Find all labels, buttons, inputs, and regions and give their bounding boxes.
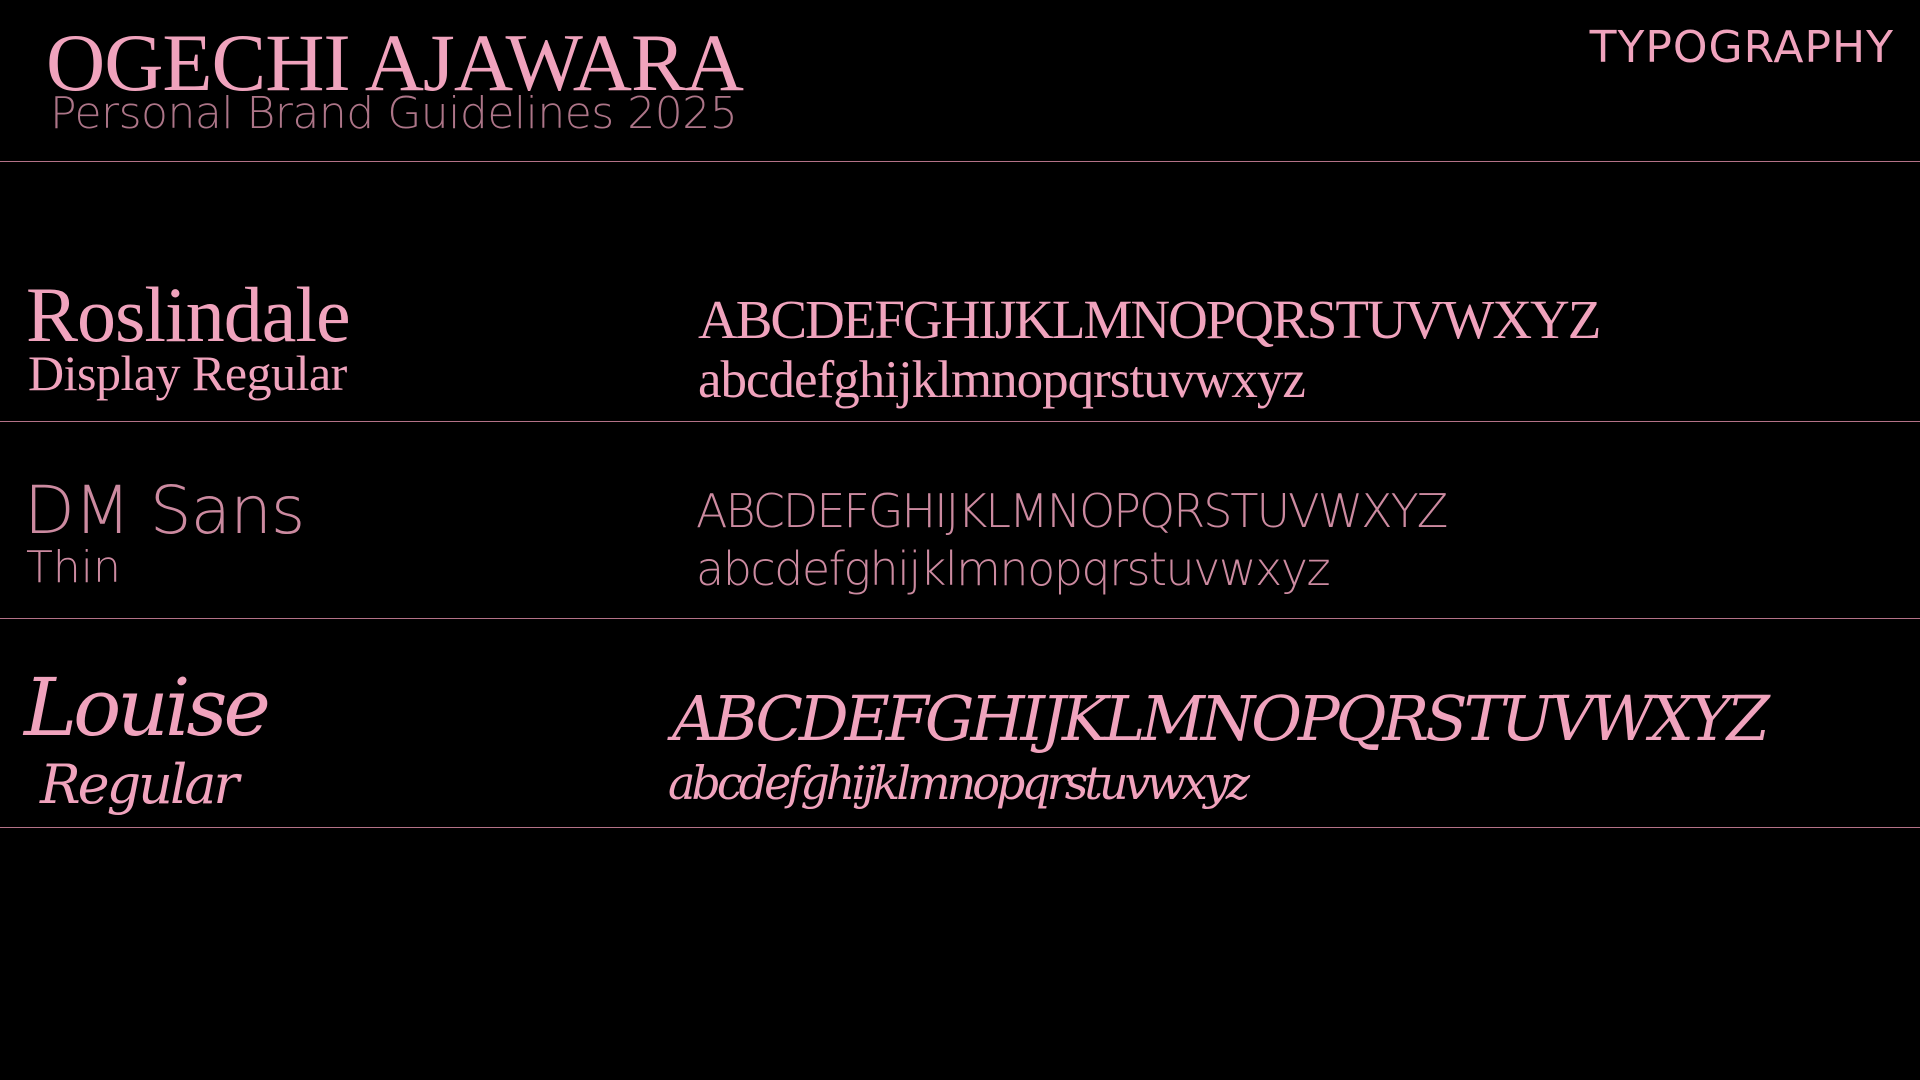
row-divider [0, 827, 1920, 828]
font-style: Thin [26, 542, 121, 593]
lowercase-specimen: abcdefghijklmnopqrstuvwxyz [668, 756, 1250, 810]
uppercase-specimen: ABCDEFGHIJKLMNOPQRSTUVWXYZ [672, 682, 1770, 755]
font-name: DM Sans [24, 472, 305, 549]
uppercase-specimen: ABCDEFGHIJKLMNOPQRSTUVWXYZ [696, 484, 1448, 538]
lowercase-specimen: abcdefghijklmnopqrstuvwxyz [698, 351, 1306, 409]
font-style: Regular [40, 753, 239, 816]
uppercase-specimen: ABCDEFGHIJKLMNOPQRSTUVWXYZ [698, 289, 1601, 350]
row-divider [0, 618, 1920, 619]
font-name: Roslindale [26, 271, 351, 358]
section-title: TYPOGRAPHY [1589, 22, 1894, 73]
brand-subtitle: Personal Brand Guidelines 2025 [50, 88, 738, 139]
font-name: Louise [24, 661, 271, 754]
font-style: Display Regular [28, 345, 347, 401]
row-divider [0, 421, 1920, 422]
lowercase-specimen: abcdefghijklmnopqrstuvwxyz [696, 542, 1331, 596]
header-divider [0, 161, 1920, 162]
